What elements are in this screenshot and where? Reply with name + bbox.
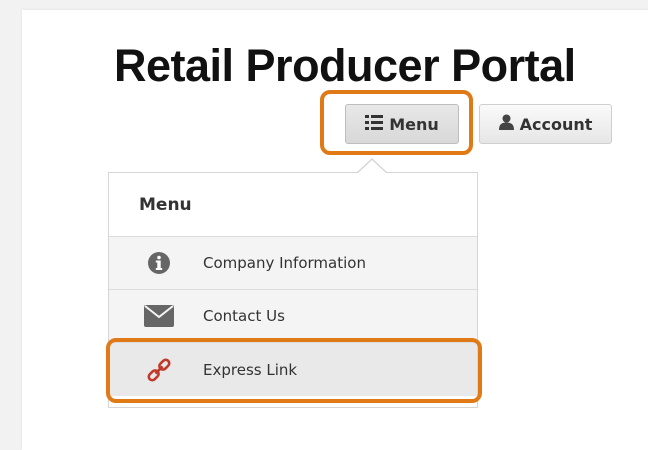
page-title: Retail Producer Portal <box>114 40 576 91</box>
menu-item-contact-us[interactable]: Contact Us <box>109 290 477 343</box>
info-circle-icon <box>143 251 175 275</box>
account-button-label: Account <box>519 114 593 134</box>
express-link-highlight <box>106 338 482 403</box>
user-icon <box>498 114 514 134</box>
dropdown-caret <box>357 160 387 174</box>
menu-item-label: Contact Us <box>203 307 285 325</box>
menu-panel-header: Menu <box>109 173 477 237</box>
menu-item-company-information[interactable]: Company Information <box>109 237 477 290</box>
account-button[interactable]: Account <box>479 104 612 144</box>
menu-item-label: Company Information <box>203 254 366 272</box>
envelope-icon <box>143 305 175 327</box>
menu-button-highlight <box>320 90 473 155</box>
